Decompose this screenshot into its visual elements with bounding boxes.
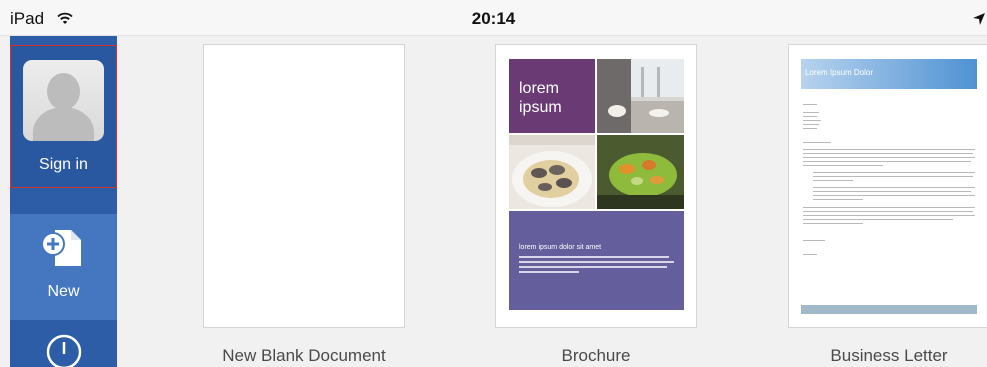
brochure-photo-salad (597, 135, 684, 209)
open-icon (46, 334, 82, 367)
status-bar: iPad 20:14 (0, 0, 987, 36)
letter-header-banner: Lorem Ipsum Dolor (801, 59, 977, 89)
open-button[interactable] (10, 320, 117, 367)
brochure-footer-title: lorem ipsum dolor sit amet (519, 244, 602, 251)
sign-in-label: Sign in (39, 156, 88, 173)
template-blank-document[interactable] (203, 44, 405, 328)
new-label: New (47, 283, 80, 300)
brochure-heading-block: lorem ipsum (509, 59, 595, 133)
letter-footer-band (801, 305, 977, 314)
user-avatar-icon (23, 60, 104, 141)
new-button[interactable]: New (10, 214, 117, 321)
brochure-preview: lorem ipsum lorem ipsum dolor sit amet (509, 59, 684, 310)
word-new-document-screen: iPad 20:14 Sign in New New Blank Documen… (0, 0, 987, 367)
sign-in-button[interactable]: Sign in (10, 45, 117, 188)
letter-header-text: Lorem Ipsum Dolor (805, 68, 874, 77)
new-document-icon (41, 230, 81, 266)
brochure-heading: lorem ipsum (519, 80, 562, 116)
template-label-business-letter: Business Letter (830, 346, 948, 365)
template-label-brochure: Brochure (561, 346, 631, 365)
location-arrow-icon (973, 13, 985, 25)
template-label-blank: New Blank Document (222, 346, 386, 365)
brochure-photo-pasta (509, 135, 595, 209)
brochure-text-block: lorem ipsum dolor sit amet (509, 211, 684, 310)
brochure-photo-dining (597, 59, 684, 133)
status-time: 20:14 (471, 9, 516, 28)
sidebar: Sign in New (10, 36, 117, 367)
